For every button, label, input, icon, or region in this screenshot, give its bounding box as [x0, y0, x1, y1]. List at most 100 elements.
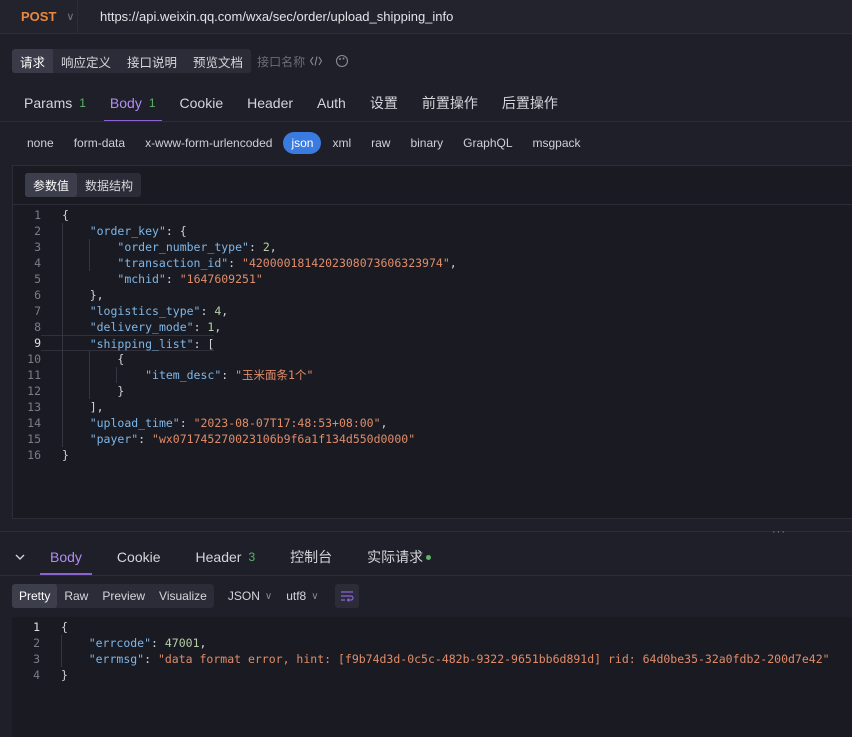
view-pretty[interactable]: Pretty — [12, 584, 58, 608]
line-number: 10 — [27, 352, 41, 366]
divider — [0, 575, 852, 576]
tab-cookie[interactable]: Cookie — [168, 86, 236, 120]
line-number: 14 — [27, 416, 41, 430]
body-type-raw[interactable]: raw — [362, 132, 399, 154]
doc-tab-request[interactable]: 请求 — [12, 49, 54, 73]
tab-label: Cookie — [179, 95, 224, 111]
code-text: "item_desc": "玉米面条1个" — [145, 368, 314, 382]
code-text: "mchid": "1647609251" — [117, 272, 263, 286]
resp-tab-body[interactable]: Body — [40, 540, 92, 575]
line-number: 15 — [27, 432, 41, 446]
tab-params[interactable]: Params 1 — [12, 86, 98, 120]
body-type-json[interactable]: json — [283, 132, 322, 154]
url-input[interactable]: https://api.weixin.qq.com/wxa/sec/order/… — [78, 9, 453, 24]
view-raw[interactable]: Raw — [57, 584, 95, 608]
chevron-down-icon: ∨ — [264, 590, 273, 602]
line-number: 9 — [34, 336, 41, 350]
tab-pre-script[interactable]: 前置操作 — [410, 86, 490, 120]
tab-label: 后置操作 — [501, 95, 558, 111]
code-line: 8 "delivery_mode": 1, — [13, 319, 852, 335]
code-line: 9 "shipping_list": [ — [13, 335, 852, 351]
encoding-select[interactable]: utf8 ∨ — [286, 589, 318, 603]
api-name-field[interactable]: 接口名称 — [257, 53, 349, 70]
tab-label: Body — [50, 549, 82, 565]
indent-guide — [116, 367, 117, 383]
resp-tab-actual-request[interactable]: 实际请求 — [357, 540, 441, 574]
wrap-lines-button[interactable] — [334, 584, 359, 608]
api-name-placeholder: 接口名称 — [257, 54, 306, 69]
code-icon[interactable] — [310, 56, 323, 66]
body-type-msgpack[interactable]: msgpack — [524, 132, 590, 154]
indent-guide — [89, 351, 90, 399]
line-number: 3 — [34, 240, 41, 254]
body-type-graphql[interactable]: GraphQL — [454, 132, 521, 154]
code-line: 2 "order_key": { — [13, 223, 852, 239]
format-value: JSON — [227, 589, 260, 603]
code-line: 3 "order_number_type": 2, — [13, 239, 852, 255]
view-visualize[interactable]: Visualize — [152, 584, 214, 608]
code-line: 16} — [13, 447, 852, 463]
palette-icon[interactable] — [335, 54, 349, 68]
code-text: "logistics_type": 4, — [89, 304, 229, 318]
tab-settings[interactable]: 设置 — [358, 86, 410, 120]
code-text: ], — [62, 400, 104, 414]
code-line: 2 "errcode": 47001, — [12, 635, 852, 651]
line-number: 5 — [34, 272, 41, 286]
chevron-down-icon: ∨ — [311, 590, 319, 602]
drag-dots-icon[interactable]: ··· — [772, 526, 786, 538]
tab-label: 设置 — [369, 95, 398, 111]
tab-label: Auth — [317, 95, 346, 111]
doc-tab-preview[interactable]: 预览文档 — [185, 49, 252, 73]
code-line: 4 "transaction_id": "4200001814202308073… — [13, 255, 852, 271]
line-number: 6 — [34, 288, 41, 302]
chevron-down-icon: ∨ — [66, 11, 75, 23]
subtab-schema[interactable]: 数据结构 — [77, 173, 141, 197]
code-text: } — [62, 384, 125, 398]
view-preview[interactable]: Preview — [95, 584, 152, 608]
resp-tab-console[interactable]: 控制台 — [280, 540, 342, 574]
body-type-xml[interactable]: xml — [323, 132, 360, 154]
format-select[interactable]: JSON ∨ — [228, 589, 272, 603]
body-subtabs: 参数值 数据结构 — [25, 173, 142, 197]
code-text: "delivery_mode": 1, — [89, 320, 222, 334]
panel-resize-handle[interactable] — [0, 531, 852, 532]
wrap-icon — [340, 591, 354, 602]
code-text: "transaction_id": "420000181420230807360… — [117, 256, 457, 270]
collapse-chevron-icon[interactable] — [0, 550, 40, 564]
tab-body[interactable]: Body 1 — [98, 86, 168, 122]
tab-auth[interactable]: Auth — [305, 86, 358, 120]
resp-tab-header[interactable]: Header 3 — [186, 540, 266, 574]
body-type-form-data[interactable]: form-data — [65, 132, 134, 154]
body-type-none[interactable]: none — [18, 132, 63, 154]
tab-badge: 1 — [79, 96, 86, 110]
tab-label: Params — [24, 95, 73, 111]
tab-badge: 3 — [248, 550, 256, 564]
resp-tab-cookie[interactable]: Cookie — [107, 540, 171, 574]
code-line: 14 "upload_time": "2023-08-07T17:48:53+0… — [13, 415, 852, 431]
code-text: { — [62, 208, 69, 222]
body-type-urlencoded[interactable]: x-www-form-urlencoded — [136, 132, 281, 154]
method-select[interactable]: POST ∨ — [0, 0, 78, 34]
line-number: 8 — [34, 320, 41, 334]
code-line: 15 "payer": "wx071745270023106b9f6a1f134… — [13, 431, 852, 447]
tab-post-script[interactable]: 后置操作 — [490, 86, 570, 120]
doc-tab-response-def[interactable]: 响应定义 — [53, 49, 120, 73]
tab-label: Header — [247, 95, 294, 111]
code-line: 13 ], — [13, 399, 852, 415]
tab-header[interactable]: Header — [235, 86, 305, 120]
code-text: "upload_time": "2023-08-07T17:48:53+08:0… — [89, 416, 388, 430]
tab-label: Cookie — [116, 549, 161, 565]
tab-label: 前置操作 — [421, 95, 478, 111]
tab-badge: 1 — [148, 96, 156, 110]
body-type-binary[interactable]: binary — [401, 132, 452, 154]
subtab-values[interactable]: 参数值 — [25, 173, 78, 197]
line-number: 13 — [27, 400, 41, 414]
tab-label: Body — [109, 95, 142, 111]
code-line: 3 "errmsg": "data format error, hint: [f… — [12, 651, 852, 667]
code-line: 12 } — [13, 383, 852, 399]
body-type-selector: none form-data x-www-form-urlencoded jso… — [18, 131, 592, 155]
doc-tab-api-desc[interactable]: 接口说明 — [119, 49, 186, 73]
method-label: POST — [21, 9, 57, 24]
request-code-editor[interactable]: 1{2 "order_key": {3 "order_number_type":… — [13, 205, 852, 463]
response-code-viewer[interactable]: 1{2 "errcode": 47001, 3 "errmsg": "data f… — [12, 617, 852, 683]
